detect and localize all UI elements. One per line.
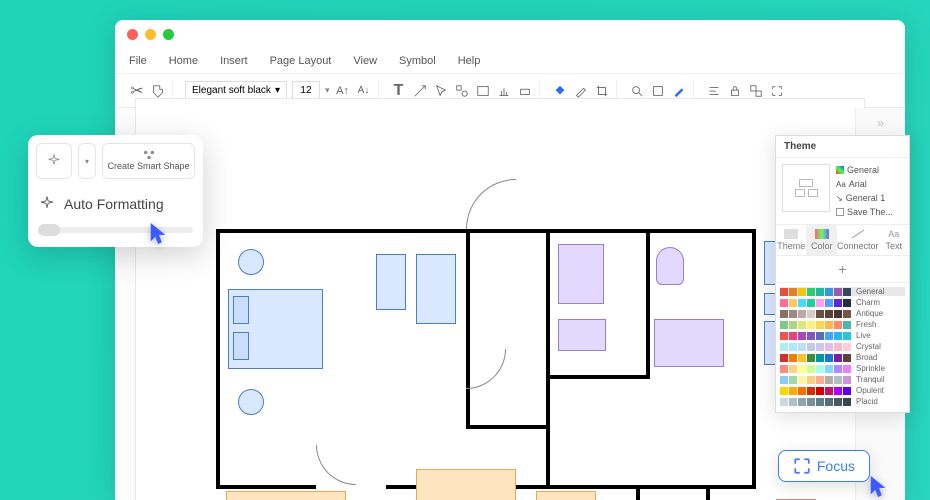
palette-placid[interactable]: Placid [780,397,905,406]
image-icon[interactable] [475,83,491,99]
palette-antique[interactable]: Antique [780,309,905,318]
menu-file[interactable]: File [129,55,147,67]
menubar: File Home Insert Page Layout View Symbol… [115,48,905,74]
sparkle-button[interactable] [36,143,72,179]
toilet[interactable] [656,247,684,285]
fit-icon[interactable] [650,83,666,99]
floorplan [216,159,836,499]
palette-broad[interactable]: Broad [780,353,905,362]
table-round-2[interactable] [238,389,264,415]
shapes-icon[interactable] [454,83,470,99]
minimize-window[interactable] [145,29,156,40]
palette-opulent[interactable]: Opulent [780,386,905,395]
chart-icon[interactable] [496,83,512,99]
focus-label: Focus [817,458,855,474]
font-decrease[interactable]: A↓ [356,83,372,99]
cursor-icon [148,221,170,247]
theme-opt-save[interactable]: Save The... [834,206,903,218]
align-icon[interactable] [706,83,722,99]
menu-view[interactable]: View [353,55,377,67]
theme-opt-font[interactable]: AaArial [834,178,903,190]
palette-list: General Charm Antique Fresh Live Crystal Broad… [776,283,909,412]
palette-general[interactable]: General [780,287,905,296]
palette-crystal[interactable]: Crystal [780,342,905,351]
crop-icon[interactable] [594,83,610,99]
zoom-icon[interactable] [629,83,645,99]
titlebar [115,20,905,48]
shower[interactable] [558,244,604,304]
theme-opt-connector[interactable]: ↘General 1 [834,192,903,204]
cursor-icon-2 [868,474,890,500]
auto-format-icon [38,195,56,213]
sparkle-dropdown[interactable]: ▾ [78,143,96,179]
palette-live[interactable]: Live [780,331,905,340]
sofa[interactable] [416,469,516,500]
theme-tab-text[interactable]: AaText [879,225,909,255]
text-icon[interactable]: T [391,83,407,99]
palette-charm[interactable]: Charm [780,298,905,307]
menu-page-layout[interactable]: Page Layout [270,55,332,67]
bathtub[interactable] [654,319,724,367]
palette-tranquil[interactable]: Tranquil [780,375,905,384]
connector-icon[interactable] [412,83,428,99]
theme-opt-general[interactable]: General [834,164,903,176]
font-increase[interactable]: A↑ [335,83,351,99]
menu-insert[interactable]: Insert [220,55,248,67]
theme-tab-theme[interactable]: Theme [776,225,806,255]
counter-2[interactable] [536,491,596,500]
palette-fresh[interactable]: Fresh [780,320,905,329]
theme-title: Theme [776,136,909,158]
pointer-icon[interactable] [433,83,449,99]
more-icon[interactable] [517,83,533,99]
auto-formatting-label[interactable]: Auto Formatting [64,196,164,212]
drawing-paper [135,98,865,500]
table-round[interactable] [238,249,264,275]
format-painter-icon[interactable] [150,83,166,99]
wardrobe[interactable] [416,254,456,324]
fill-icon[interactable] [552,83,568,99]
add-theme[interactable]: + [776,256,909,283]
pen-icon[interactable] [671,83,687,99]
line-color-icon[interactable] [573,83,589,99]
counter-1[interactable] [226,491,346,500]
dresser[interactable] [376,254,406,310]
close-window[interactable] [127,29,138,40]
focus-tool-icon[interactable] [769,83,785,99]
theme-thumbnail[interactable] [782,164,830,212]
maximize-window[interactable] [163,29,174,40]
sink-counter[interactable] [558,319,606,351]
menu-help[interactable]: Help [458,55,481,67]
focus-icon [793,457,811,475]
menu-home[interactable]: Home [169,55,198,67]
lock-icon[interactable] [727,83,743,99]
theme-tab-color[interactable]: Color [806,225,836,255]
create-smart-shape[interactable]: Create Smart Shape [102,143,195,179]
auto-formatting-popup: ▾ Create Smart Shape Auto Formatting [28,135,203,247]
bed[interactable] [228,289,323,369]
palette-sprinkle[interactable]: Sprinkle [780,364,905,373]
menu-symbol[interactable]: Symbol [399,55,436,67]
cut-icon[interactable]: ✂ [129,83,145,99]
group-icon[interactable] [748,83,764,99]
focus-callout[interactable]: Focus [778,450,870,482]
theme-panel: Theme General AaArial ↘General 1 Save Th… [775,135,910,413]
theme-tab-connector[interactable]: Connector [837,225,879,255]
